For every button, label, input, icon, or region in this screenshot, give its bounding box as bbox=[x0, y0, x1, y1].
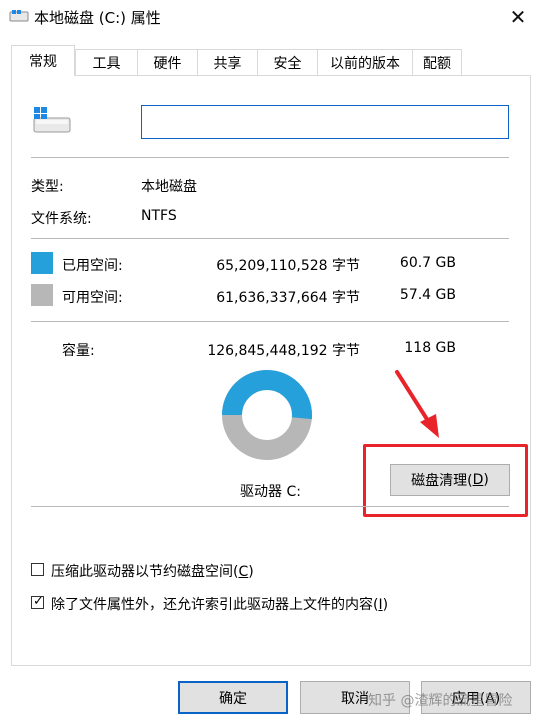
tab-previous-versions[interactable]: 以前的版本 bbox=[317, 49, 413, 75]
tab-label: 以前的版本 bbox=[330, 55, 400, 72]
watermark-text: 知乎 @渣辉的流星冒险 bbox=[368, 693, 513, 709]
tab-label: 安全 bbox=[273, 55, 302, 72]
separator bbox=[31, 321, 509, 322]
red-arrow-annotation bbox=[395, 370, 439, 438]
separator bbox=[31, 238, 509, 239]
tab-label: 硬件 bbox=[153, 55, 182, 72]
tab-label: 常规 bbox=[29, 54, 57, 70]
window-title: 本地磁盘 (C:) 属性 bbox=[34, 9, 161, 27]
button-label-end: ) bbox=[483, 472, 489, 488]
close-icon: ✕ bbox=[509, 5, 527, 29]
usage-donut-chart bbox=[222, 370, 312, 460]
compress-checkbox[interactable] bbox=[31, 563, 44, 576]
capacity-label: 容量: bbox=[62, 343, 95, 359]
tab-strip: 常规 工具 硬件 共享 安全 以前的版本 配额 bbox=[11, 45, 531, 76]
index-label[interactable]: 除了文件属性外，还允许索引此驱动器上文件的内容(I) bbox=[51, 594, 388, 614]
used-space-size: 60.7 GB bbox=[399, 255, 456, 271]
checkmark-icon: ✓ bbox=[33, 594, 44, 609]
tab-label: 工具 bbox=[92, 55, 121, 72]
tab-hardware[interactable]: 硬件 bbox=[137, 49, 198, 75]
separator bbox=[31, 157, 509, 158]
tab-general[interactable]: 常规 bbox=[11, 45, 75, 76]
type-value: 本地磁盘 bbox=[141, 179, 197, 195]
index-checkbox[interactable]: ✓ bbox=[31, 594, 44, 609]
drive-name-input[interactable] bbox=[141, 105, 509, 139]
separator bbox=[31, 506, 509, 507]
button-label: 取消 bbox=[341, 690, 369, 707]
free-space-bytes: 61,636,337,664 字节 bbox=[216, 290, 360, 306]
access-key: C bbox=[238, 564, 249, 580]
tab-sharing[interactable]: 共享 bbox=[197, 49, 258, 75]
access-key: D bbox=[472, 472, 484, 488]
drive-large-icon bbox=[32, 106, 72, 140]
type-label: 类型: bbox=[31, 179, 64, 195]
button-label: 确定 bbox=[219, 690, 247, 707]
free-space-label: 可用空间: bbox=[62, 290, 123, 306]
used-space-bytes: 65,209,110,528 字节 bbox=[216, 258, 360, 274]
ok-button[interactable]: 确定 bbox=[178, 681, 288, 714]
drive-letter-label: 驱动器 C: bbox=[240, 484, 301, 500]
capacity-size: 118 GB bbox=[404, 340, 456, 356]
label-text: 除了文件属性外，还允许索引此驱动器上文件的内容( bbox=[51, 597, 379, 613]
filesystem-label: 文件系统: bbox=[31, 211, 92, 227]
filesystem-value: NTFS bbox=[141, 208, 177, 224]
tab-label: 配额 bbox=[423, 55, 451, 72]
tab-tools[interactable]: 工具 bbox=[75, 49, 138, 75]
tab-security[interactable]: 安全 bbox=[257, 49, 318, 75]
tab-quota[interactable]: 配额 bbox=[412, 49, 462, 75]
title-bar: 本地磁盘 (C:) 属性 ✕ bbox=[0, 0, 541, 34]
label-text-end: ) bbox=[248, 564, 254, 580]
compress-label[interactable]: 压缩此驱动器以节约磁盘空间(C) bbox=[51, 561, 254, 581]
drive-icon bbox=[9, 9, 29, 23]
disk-cleanup-button[interactable]: 磁盘清理(D) bbox=[390, 464, 510, 496]
button-label: 磁盘清理( bbox=[411, 473, 473, 489]
close-button[interactable]: ✕ bbox=[495, 0, 541, 34]
used-space-label: 已用空间: bbox=[62, 258, 123, 274]
capacity-bytes: 126,845,448,192 字节 bbox=[207, 343, 360, 359]
free-space-swatch bbox=[31, 284, 53, 306]
label-text-end: ) bbox=[382, 597, 389, 613]
used-space-swatch bbox=[31, 252, 53, 274]
free-space-size: 57.4 GB bbox=[399, 287, 456, 303]
label-text: 压缩此驱动器以节约磁盘空间( bbox=[51, 564, 239, 580]
tab-label: 共享 bbox=[213, 55, 242, 72]
